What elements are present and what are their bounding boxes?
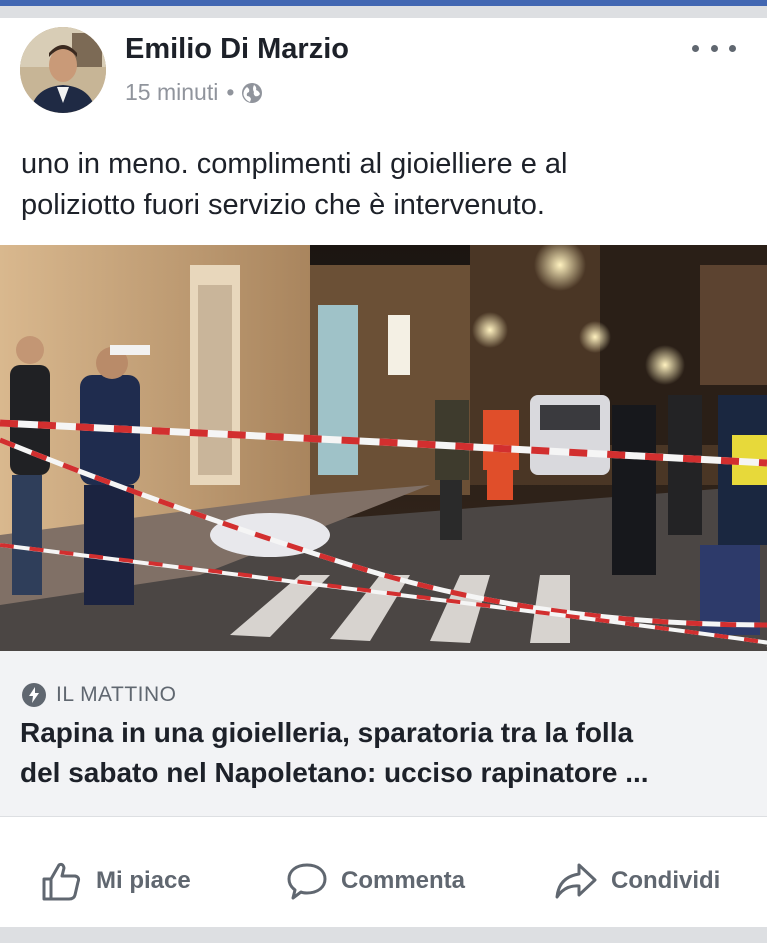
author-name[interactable]: Emilio Di Marzio <box>125 33 349 66</box>
link-source-name: IL MATTINO <box>56 683 177 706</box>
post-text-line: uno in meno. complimenti al gioielliere … <box>21 148 568 180</box>
globe-icon[interactable] <box>240 81 264 105</box>
comment-bubble-icon <box>287 863 327 900</box>
meta-separator: • <box>226 79 235 105</box>
lightning-badge-icon <box>22 683 46 707</box>
more-options-icon[interactable] <box>692 38 736 58</box>
link-image[interactable] <box>0 245 767 651</box>
thumbs-up-icon <box>42 862 81 901</box>
link-headline[interactable]: Rapina in una gioielleria, sparatoria tr… <box>20 713 750 793</box>
share-button[interactable]: Condividi <box>553 835 720 927</box>
headline-line: Rapina in una gioielleria, sparatoria tr… <box>20 717 634 748</box>
link-source: IL MATTINO <box>22 683 177 707</box>
comment-button[interactable]: Commenta <box>285 835 465 927</box>
like-button[interactable]: Mi piace <box>40 835 191 927</box>
feed-gap <box>0 6 767 18</box>
post-text: uno in meno. complimenti al gioielliere … <box>21 144 741 226</box>
share-arrow-icon <box>555 863 597 899</box>
avatar[interactable] <box>20 27 106 113</box>
post-text-line: poliziotto fuori servizio che è interven… <box>21 189 545 221</box>
action-bar: Mi piace Commenta Condividi <box>0 835 767 927</box>
share-label: Condividi <box>611 867 721 894</box>
post-meta: 15 minuti • <box>125 79 264 106</box>
comment-label: Commenta <box>341 867 466 894</box>
post-time[interactable]: 15 minuti <box>125 79 218 106</box>
like-label: Mi piace <box>96 867 191 894</box>
feed-gap <box>0 927 767 943</box>
headline-line: del sabato nel Napoletano: ucciso rapina… <box>20 757 649 788</box>
